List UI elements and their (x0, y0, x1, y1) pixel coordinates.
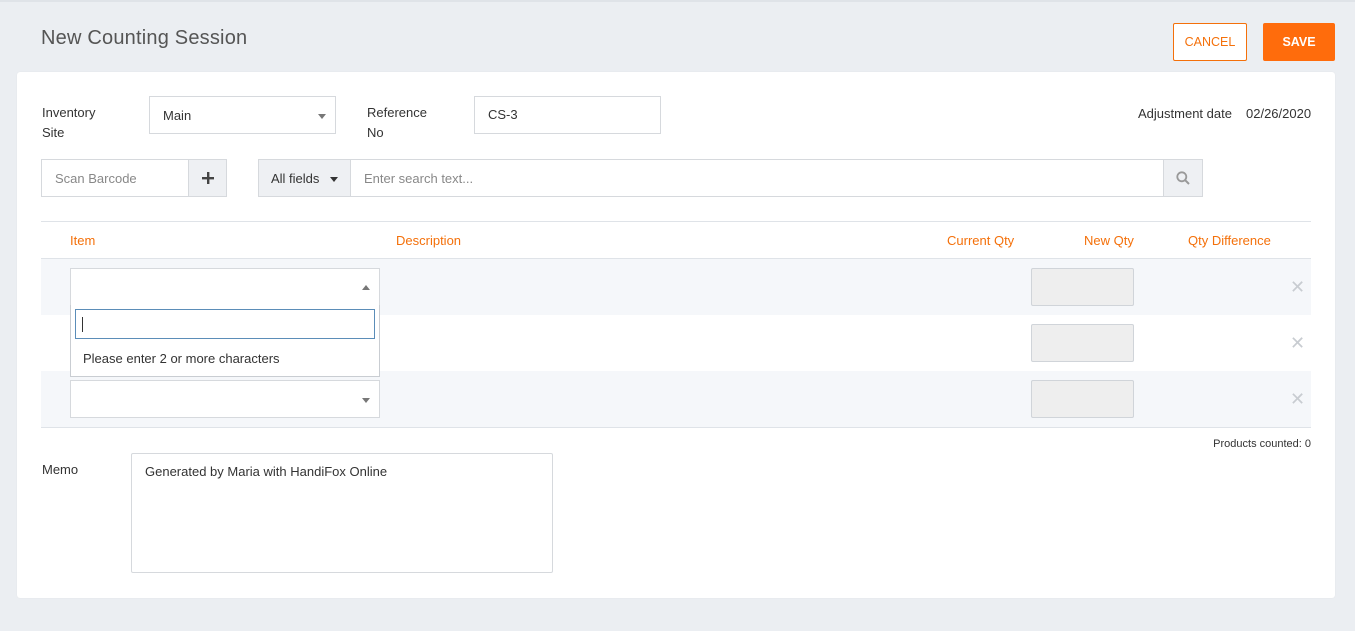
close-icon[interactable]: ✕ (1290, 278, 1305, 296)
memo-textarea[interactable]: Generated by Maria with HandiFox Online (131, 453, 553, 573)
plus-icon (201, 172, 214, 184)
scan-barcode-placeholder: Scan Barcode (55, 170, 137, 186)
search-field-filter-label: All fields (271, 170, 320, 186)
reference-value: CS-3 (488, 107, 518, 122)
save-button[interactable]: SAVE (1263, 23, 1335, 61)
caret-down-icon (330, 177, 338, 182)
item-select[interactable] (70, 380, 380, 418)
new-qty-input[interactable] (1031, 268, 1134, 306)
caret-down-icon (362, 398, 370, 403)
column-header-current-qty[interactable]: Current Qty (947, 233, 1014, 248)
inventory-site-label: Inventory Site (42, 103, 95, 143)
reference-label-line1: Reference (367, 105, 427, 120)
table-row: ✕ (41, 371, 1311, 427)
item-select[interactable] (70, 268, 380, 306)
item-dropdown: Please enter 2 or more characters (70, 305, 380, 377)
products-counted: Products counted: 0 (1213, 438, 1311, 450)
reference-label: Reference No (367, 103, 427, 143)
search-button[interactable] (1163, 159, 1203, 197)
counting-session-card: Inventory Site Main Reference No CS-3 Ad… (17, 72, 1335, 598)
top-border (0, 0, 1355, 2)
table-top-border (41, 221, 1311, 222)
close-icon[interactable]: ✕ (1290, 334, 1305, 352)
memo-value: Generated by Maria with HandiFox Online (145, 464, 388, 479)
adjustment-date-value[interactable]: 02/26/2020 (1246, 104, 1311, 124)
search-icon (1176, 171, 1190, 185)
caret-up-icon (362, 285, 370, 290)
cancel-button[interactable]: CANCEL (1173, 23, 1247, 61)
inventory-site-value: Main (163, 107, 192, 123)
column-header-new-qty[interactable]: New Qty (1084, 233, 1134, 248)
inventory-site-label-line2: Site (42, 125, 65, 140)
column-header-description[interactable]: Description (396, 233, 461, 248)
chevron-down-icon (318, 114, 326, 119)
page-title: New Counting Session (41, 27, 248, 49)
new-qty-input[interactable] (1031, 380, 1134, 418)
scan-barcode-input[interactable]: Scan Barcode (41, 159, 189, 197)
reference-label-line2: No (367, 125, 384, 140)
column-header-item[interactable]: Item (70, 233, 95, 248)
search-field-filter[interactable]: All fields (258, 159, 351, 197)
text-cursor (82, 317, 83, 332)
inventory-site-label-line1: Inventory (42, 105, 96, 120)
dropdown-message: Please enter 2 or more characters (83, 351, 280, 366)
column-header-qty-difference[interactable]: Qty Difference (1188, 233, 1271, 248)
adjustment-date-label: Adjustment date (1138, 106, 1232, 121)
close-icon[interactable]: ✕ (1290, 390, 1305, 408)
inventory-site-select[interactable]: Main (149, 96, 336, 134)
table-bottom-border (41, 427, 1311, 428)
search-placeholder: Enter search text... (364, 170, 474, 186)
reference-input[interactable]: CS-3 (474, 96, 661, 134)
new-qty-input[interactable] (1031, 324, 1134, 362)
search-input[interactable]: Enter search text... (350, 159, 1164, 197)
item-search-input[interactable] (75, 309, 375, 339)
add-barcode-button[interactable] (188, 159, 227, 197)
memo-label: Memo (42, 462, 79, 477)
